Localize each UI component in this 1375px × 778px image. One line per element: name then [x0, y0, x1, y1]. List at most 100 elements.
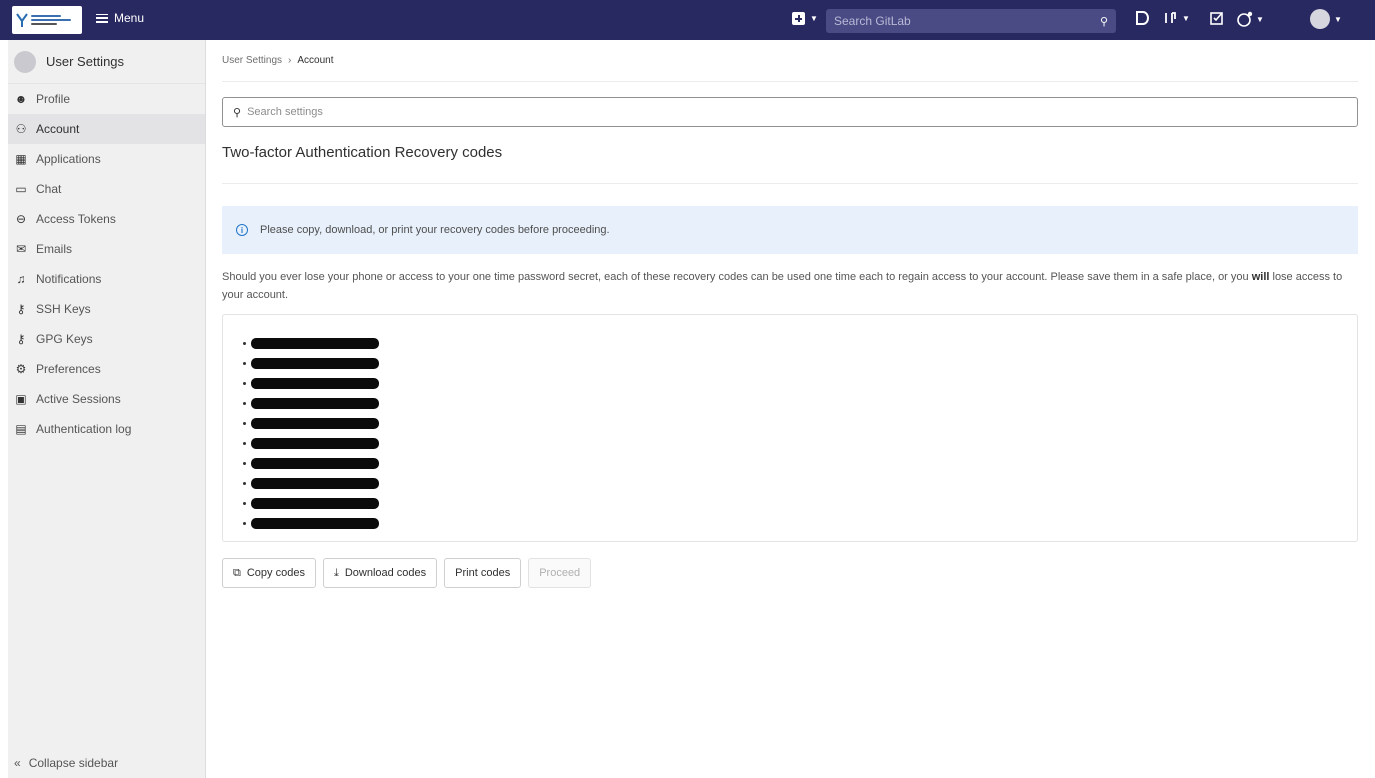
bullet-icon: [243, 341, 246, 345]
merge-requests-icon[interactable]: ▼: [1163, 11, 1190, 25]
sidebar-item-preferences[interactable]: ⚙ Preferences: [8, 354, 205, 384]
chevron-down-icon: ▼: [1334, 14, 1342, 24]
university-logo[interactable]: [12, 6, 82, 34]
search-settings-input[interactable]: ⚲ Search settings: [222, 97, 1358, 127]
main-content: User Settings › Account ⚲ Search setting…: [222, 40, 1358, 588]
avatar: [1310, 9, 1330, 29]
new-item-dropdown[interactable]: ▼: [792, 12, 818, 25]
description-bold: will: [1251, 271, 1270, 283]
sidebar-item-gpg-keys[interactable]: ⚷ GPG Keys: [8, 324, 205, 354]
help-icon[interactable]: ▼: [1237, 11, 1264, 27]
breadcrumb-current: Account: [297, 55, 334, 66]
issues-icon[interactable]: [1135, 11, 1149, 25]
user-avatar-menu[interactable]: ▼: [1310, 9, 1342, 29]
copy-icon: ⧉: [233, 566, 241, 579]
bullet-icon: [243, 441, 246, 445]
double-chevron-left-icon: «: [14, 756, 21, 770]
bullet-icon: [243, 501, 246, 505]
breadcrumb-parent-link[interactable]: User Settings: [222, 55, 282, 66]
sidebar-item-label: Account: [36, 122, 80, 136]
avatar: [14, 50, 36, 73]
sidebar-nav: ☻ Profile ⚇ Account ▦ Applications ▭ Chat ⊖ Acces…: [8, 84, 205, 444]
bullet-icon: [243, 461, 246, 465]
sidebar-item-label: SSH Keys: [36, 302, 91, 316]
recovery-code-item: [243, 513, 1357, 533]
sidebar-title: User Settings: [46, 54, 125, 69]
sidebar-item-label: Notifications: [36, 272, 102, 286]
recovery-code-item: [243, 433, 1357, 453]
sidebar-item-notifications[interactable]: ♫ Notifications: [8, 264, 205, 294]
bullet-icon: [243, 421, 246, 425]
recovery-code-item: [243, 413, 1357, 433]
copy-codes-button[interactable]: ⧉ Copy codes: [222, 558, 316, 588]
monitor-icon: ▣: [15, 392, 27, 406]
sidebar-item-profile[interactable]: ☻ Profile: [8, 84, 205, 114]
breadcrumb-separator-icon: ›: [288, 55, 292, 66]
sidebar-item-emails[interactable]: ✉ Emails: [8, 234, 205, 264]
top-navbar: Menu ▼ Search GitLab ⚲ ▼ ▼ ▼: [0, 0, 1375, 40]
search-icon: ⚲: [1099, 15, 1108, 28]
redacted-code: [251, 477, 379, 489]
download-icon: ⤓: [333, 566, 339, 579]
search-settings-placeholder: Search settings: [247, 106, 323, 118]
recovery-code-item: [243, 493, 1357, 513]
global-search-input[interactable]: Search GitLab ⚲: [826, 9, 1116, 33]
download-codes-label: Download codes: [344, 567, 427, 579]
redacted-code: [251, 337, 379, 349]
hamburger-icon: [96, 13, 108, 23]
sidebar-item-authentication-log[interactable]: ▤ Authentication log: [8, 414, 205, 444]
redacted-code: [251, 517, 379, 529]
account-icon: ⚇: [15, 122, 27, 136]
description-text: Should you ever lose your phone or acces…: [222, 271, 1252, 283]
sidebar-item-chat[interactable]: ▭ Chat: [8, 174, 205, 204]
recovery-code-item: [243, 353, 1357, 373]
sidebar-item-ssh-keys[interactable]: ⚷ SSH Keys: [8, 294, 205, 324]
sidebar-item-account[interactable]: ⚇ Account: [8, 114, 205, 144]
sidebar-header[interactable]: User Settings: [8, 40, 205, 84]
sidebar-item-active-sessions[interactable]: ▣ Active Sessions: [8, 384, 205, 414]
redacted-code: [251, 357, 379, 369]
logo-mark-icon: [16, 12, 28, 28]
proceed-label: Proceed: [539, 567, 581, 579]
token-icon: ⊖: [15, 212, 27, 226]
sidebar-item-access-tokens[interactable]: ⊖ Access Tokens: [8, 204, 205, 234]
collapse-sidebar-button[interactable]: « Collapse sidebar: [14, 756, 118, 770]
sidebar-item-label: Emails: [36, 242, 73, 256]
info-alert: i Please copy, download, or print your r…: [222, 206, 1358, 254]
plus-square-icon: [792, 12, 805, 25]
bullet-icon: [243, 481, 246, 485]
recovery-code-item: [243, 473, 1357, 493]
recovery-code-item: [243, 373, 1357, 393]
sidebar-item-label: Preferences: [36, 362, 101, 376]
redacted-code: [251, 417, 379, 429]
redacted-code: [251, 437, 379, 449]
redacted-code: [251, 377, 379, 389]
chevron-down-icon: ▼: [1182, 13, 1190, 23]
proceed-button[interactable]: Proceed: [528, 558, 592, 588]
redacted-code: [251, 497, 379, 509]
recovery-description: Should you ever lose your phone or acces…: [222, 268, 1358, 304]
sidebar-item-label: GPG Keys: [36, 332, 93, 346]
bell-icon: ♫: [16, 272, 26, 286]
sidebar-item-label: Profile: [36, 92, 71, 106]
info-icon: i: [236, 224, 248, 236]
sidebar-item-label: Applications: [36, 152, 101, 166]
log-icon: ▤: [15, 422, 27, 436]
print-codes-button[interactable]: Print codes: [444, 558, 522, 588]
chevron-down-icon: ▼: [1256, 14, 1264, 24]
bullet-icon: [243, 381, 246, 385]
settings-sidebar: User Settings ☻ Profile ⚇ Account ▦ Applicati…: [8, 40, 206, 778]
download-codes-button[interactable]: ⤓ Download codes: [322, 558, 438, 588]
todos-icon[interactable]: [1210, 11, 1224, 25]
sidebar-item-applications[interactable]: ▦ Applications: [8, 144, 205, 174]
page-title: Two-factor Authentication Recovery codes: [222, 144, 1358, 184]
bullet-icon: [243, 401, 246, 405]
menu-button[interactable]: Menu: [96, 11, 144, 25]
redacted-code: [251, 397, 379, 409]
preferences-icon: ⚙: [15, 362, 27, 376]
sidebar-item-label: Access Tokens: [36, 212, 116, 226]
breadcrumb: User Settings › Account: [222, 40, 1358, 82]
copy-codes-label: Copy codes: [246, 567, 305, 579]
chat-icon: ▭: [15, 182, 27, 196]
actions: ⧉ Copy codes ⤓ Download codes Print code…: [222, 558, 1358, 588]
